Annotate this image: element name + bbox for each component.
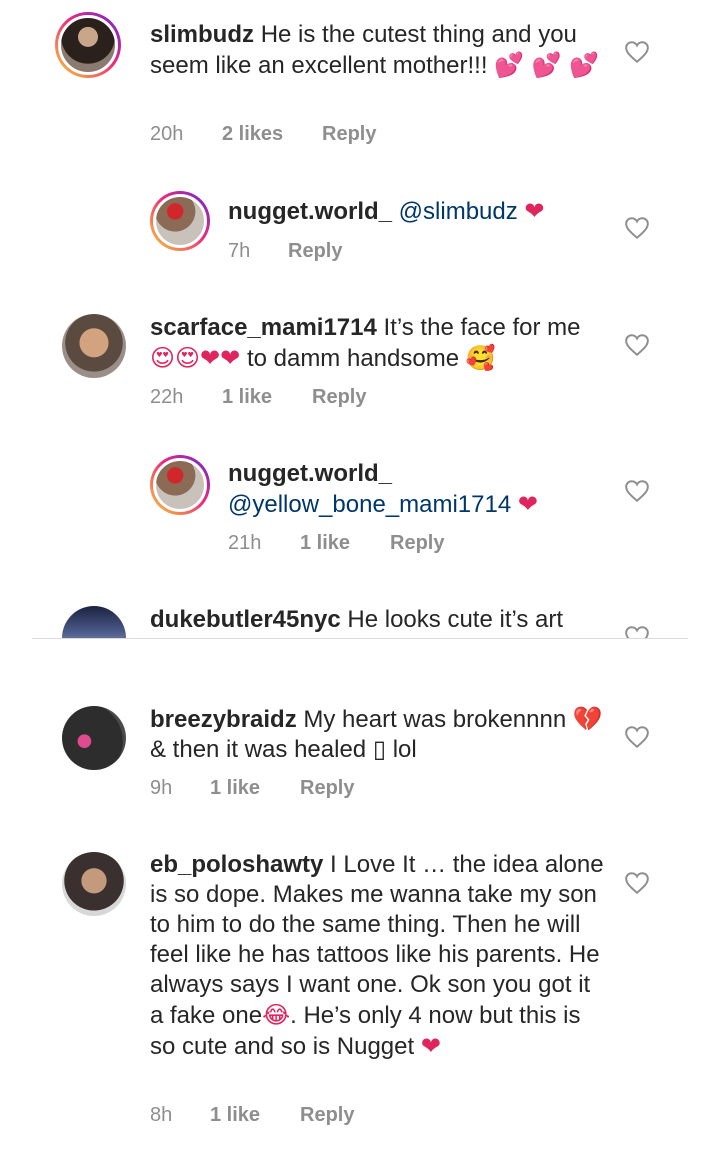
- likes-count[interactable]: 1 like: [210, 1104, 300, 1127]
- heart-outline-icon[interactable]: [624, 725, 650, 749]
- comment-text: dukebutler45nyc He looks cute it’s art: [150, 606, 564, 633]
- divider: [32, 638, 688, 639]
- emoji-laughing: 😂: [262, 1001, 291, 1029]
- reply-button[interactable]: Reply: [300, 1104, 354, 1127]
- timestamp: 8h: [150, 1104, 173, 1126]
- emoji-broken-heart: 💔: [572, 705, 603, 733]
- username[interactable]: dukebutler45nyc: [150, 606, 341, 633]
- comment-meta: 9h 1 like Reply: [150, 777, 354, 800]
- reply-button[interactable]: Reply: [300, 777, 354, 800]
- timestamp: 9h: [150, 777, 173, 799]
- avatar-eb-poloshawty[interactable]: [62, 852, 126, 916]
- username[interactable]: eb_poloshawty: [150, 851, 323, 878]
- comment-meta: 8h 1 like Reply: [150, 1104, 354, 1127]
- avatar-breezybraidz[interactable]: [62, 706, 126, 770]
- emoji-heart: ❤: [420, 1032, 441, 1060]
- comment-text: breezybraidz My heart was brokennnn 💔 & …: [150, 705, 603, 763]
- heart-outline-icon[interactable]: [624, 625, 650, 638]
- avatar-dukebutler[interactable]: [62, 606, 126, 638]
- comment-dukebutler: dukebutler45nyc He looks cute it’s art: [0, 0, 720, 638]
- missing-glyph: ▯: [372, 736, 387, 763]
- likes-count[interactable]: 1 like: [210, 777, 300, 800]
- comment-text: eb_poloshawty I Love It … the idea alone…: [150, 851, 604, 1060]
- username[interactable]: breezybraidz: [150, 706, 297, 733]
- heart-outline-icon[interactable]: [624, 871, 650, 895]
